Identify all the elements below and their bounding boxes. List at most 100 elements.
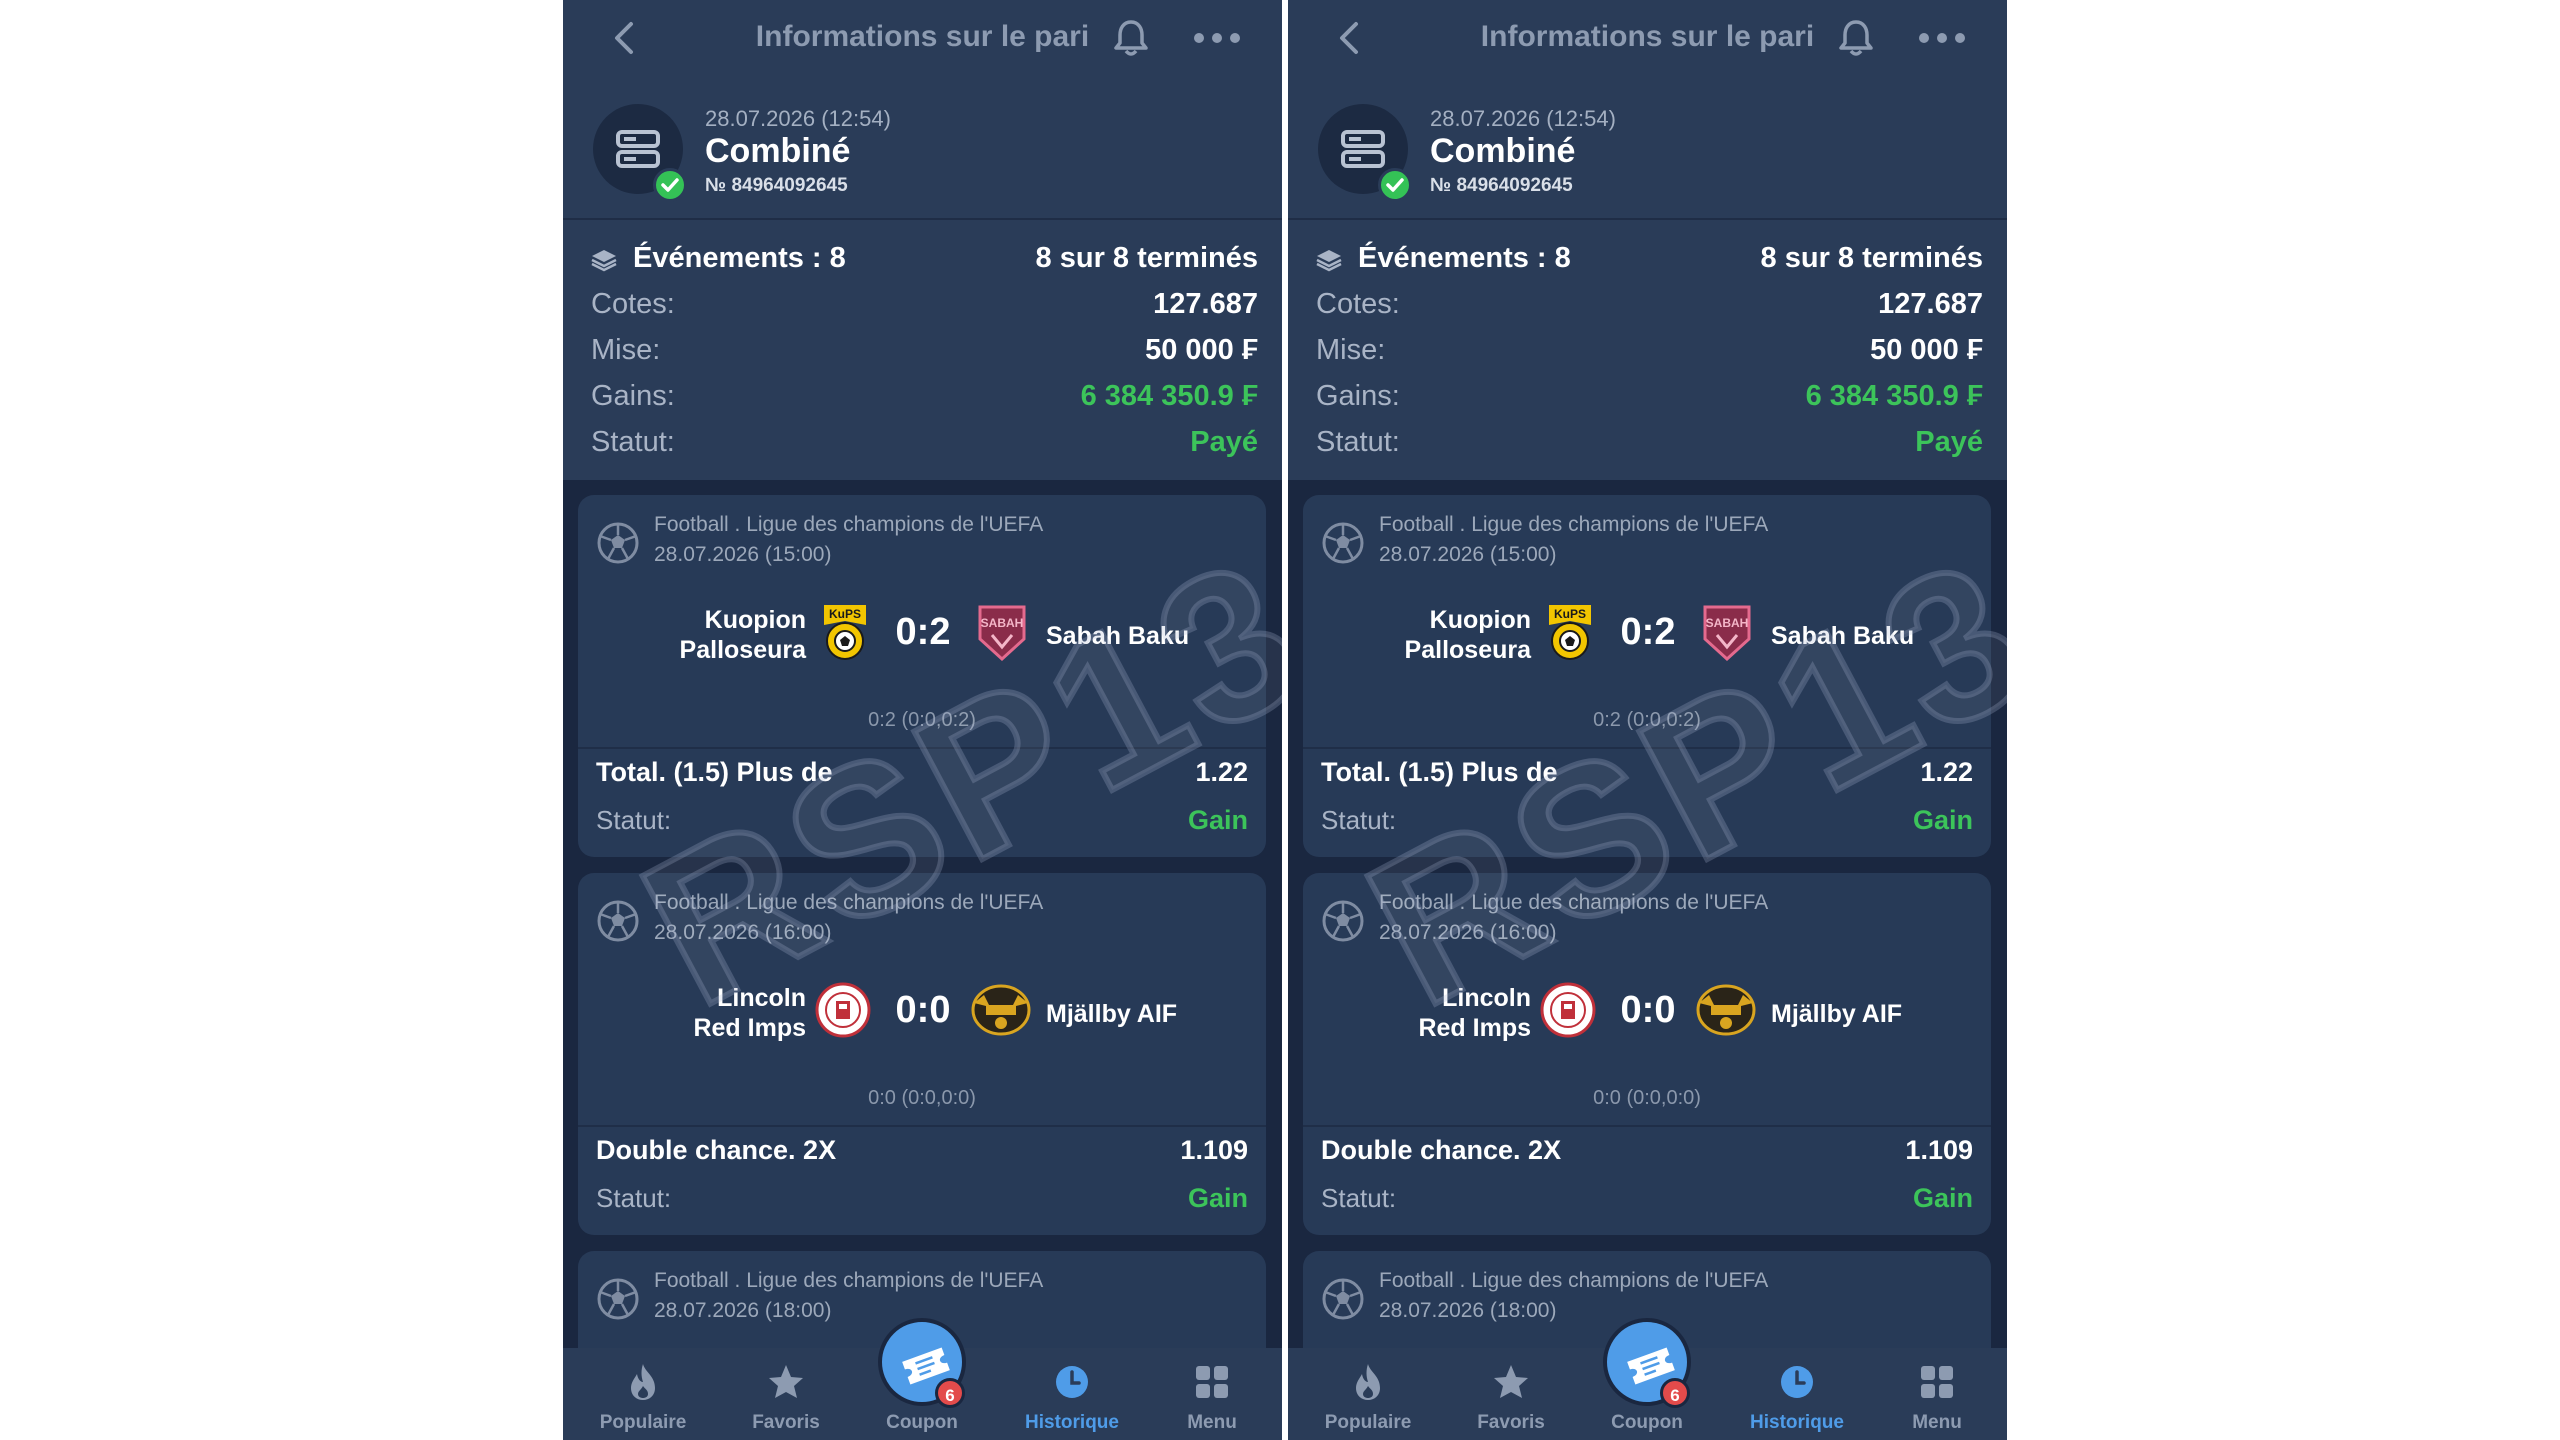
odds-row: Cotes: 127.687 (1316, 284, 1983, 324)
event-status-value: Gain (1912, 1183, 1973, 1213)
status-value: Payé (1915, 426, 1983, 458)
check-icon (1378, 168, 1412, 202)
market-name: Double chance. 2X (596, 1135, 837, 1165)
odds-row: Cotes: 127.687 (591, 284, 1258, 324)
bell-icon[interactable] (1836, 16, 1876, 58)
event-card[interactable]: Football . Ligue des champions de l'UEFA… (578, 873, 1266, 1235)
football-icon (1322, 522, 1364, 564)
score-detail: 0:2 (0:0,0:2) (1593, 709, 1701, 731)
away-team-logo: SABAH (1703, 605, 1751, 661)
bet-date: 28.07.2026 (12:54) (705, 106, 891, 131)
event-status-value: Gain (1187, 1183, 1248, 1213)
divider (563, 218, 1282, 220)
more-options-icon[interactable] (1193, 32, 1241, 44)
league-name: Football . Ligue des champions de l'UEFA (1379, 891, 1769, 914)
event-status-label: Statut: (596, 1183, 672, 1213)
event-status-label: Statut: (596, 805, 672, 835)
grid-icon (1921, 1366, 1953, 1398)
event-card[interactable]: Football . Ligue des champions de l'UEFA… (1303, 495, 1991, 857)
divider (578, 747, 1266, 749)
clock-icon (1781, 1366, 1813, 1398)
coupon-count-badge: 6 (935, 1378, 965, 1408)
football-icon (1322, 1278, 1364, 1320)
home-team-logo (815, 982, 871, 1038)
tab-populaire[interactable]: Populaire (1313, 1348, 1423, 1440)
tab-label: Populaire (1324, 1412, 1412, 1433)
event-card[interactable]: Football . Ligue des champions de l'UEFA… (578, 495, 1266, 857)
clock-icon (1056, 1366, 1088, 1398)
check-icon (653, 168, 687, 202)
winnings-value: 6 384 350.9 ₣ (1805, 380, 1983, 412)
home-team-name: Lincoln Red Imps (693, 984, 806, 1042)
market-name: Total. (1.5) Plus de (596, 757, 833, 787)
home-team-name: Kuopion Palloseura (679, 606, 806, 664)
event-card[interactable]: Football . Ligue des champions de l'UEFA… (1303, 873, 1991, 1235)
event-status-value: Gain (1912, 805, 1973, 835)
away-team-name: Sabah Baku (1771, 622, 1915, 650)
events-finished: 8 sur 8 terminés (1035, 242, 1258, 274)
divider (1303, 747, 1991, 749)
odds-value: 127.687 (1153, 288, 1258, 320)
league-name: Football . Ligue des champions de l'UEFA (1379, 513, 1769, 536)
tab-label: Historique (1025, 1412, 1119, 1433)
away-team-logo: SABAH (978, 605, 1026, 661)
market-odd: 1.109 (1180, 1135, 1248, 1165)
page-title: Informations sur le pari (1480, 20, 1815, 53)
status-label: Statut: (591, 426, 675, 458)
event-date: 28.07.2026 (18:00) (654, 1299, 832, 1322)
tab-label: Menu (1912, 1412, 1962, 1433)
winnings-row: Gains: 6 384 350.9 ₣ (591, 376, 1258, 416)
bet-type: Combiné (705, 132, 851, 170)
bell-icon[interactable] (1111, 16, 1151, 58)
phone-screen: Informations sur le pari 28.07.2026 (12:… (1288, 0, 2007, 1440)
football-icon (597, 900, 639, 942)
events-finished: 8 sur 8 terminés (1760, 242, 1983, 274)
divider (1288, 218, 2007, 220)
tab-favoris[interactable]: Favoris (1456, 1348, 1566, 1440)
star-icon (769, 1365, 803, 1398)
stake-value: 50 000 ₣ (1145, 334, 1258, 366)
odds-label: Cotes: (591, 288, 675, 320)
status-row: Statut: Payé (591, 422, 1258, 462)
market-odd: 1.22 (1920, 757, 1973, 787)
top-bar: Informations sur le pari (1288, 0, 2007, 70)
tab-historique[interactable]: Historique (1742, 1348, 1852, 1440)
football-icon (597, 522, 639, 564)
svg-text:KuPS: KuPS (829, 607, 861, 621)
away-team-name: Mjällby AIF (1771, 1000, 1903, 1028)
bet-summary: 28.07.2026 (12:54) Combiné № 84964092645… (1288, 70, 2007, 480)
score-detail: 0:0 (0:0,0:0) (1593, 1087, 1701, 1109)
tab-menu[interactable]: Menu (1882, 1348, 1992, 1440)
home-team-logo: KuPS (824, 605, 866, 660)
page-title: Informations sur le pari (755, 20, 1090, 53)
away-team-logo (1696, 984, 1756, 1036)
home-team-name: Kuopion Palloseura (1404, 606, 1531, 664)
stake-value: 50 000 ₣ (1870, 334, 1983, 366)
event-date: 28.07.2026 (16:00) (1379, 921, 1557, 944)
event-date: 28.07.2026 (15:00) (654, 543, 832, 566)
status-label: Statut: (1316, 426, 1400, 458)
tab-label: Coupon (886, 1412, 958, 1433)
events-count: Événements : 8 (633, 242, 846, 274)
bet-number: № 84964092645 (705, 175, 848, 196)
score: 0:2 (895, 611, 951, 653)
stake-label: Mise: (1316, 334, 1386, 366)
status-row: Statut: Payé (1316, 422, 1983, 462)
layers-icon (1316, 250, 1342, 272)
events-row: Événements : 8 8 sur 8 terminés (1316, 238, 1983, 278)
layers-icon (591, 250, 617, 272)
score-detail: 0:0 (0:0,0:0) (868, 1087, 976, 1109)
score: 0:0 (1620, 989, 1676, 1031)
top-bar: Informations sur le pari (563, 0, 1282, 70)
star-icon (1494, 1365, 1528, 1398)
tab-menu[interactable]: Menu (1157, 1348, 1267, 1440)
winnings-row: Gains: 6 384 350.9 ₣ (1316, 376, 1983, 416)
svg-text:SABAH: SABAH (981, 616, 1024, 630)
tab-favoris[interactable]: Favoris (731, 1348, 841, 1440)
more-options-icon[interactable] (1918, 32, 1966, 44)
tab-historique[interactable]: Historique (1017, 1348, 1127, 1440)
stake-row: Mise: 50 000 ₣ (591, 330, 1258, 370)
away-team-name: Sabah Baku (1046, 622, 1190, 650)
tab-label: Coupon (1611, 1412, 1683, 1433)
tab-populaire[interactable]: Populaire (588, 1348, 698, 1440)
